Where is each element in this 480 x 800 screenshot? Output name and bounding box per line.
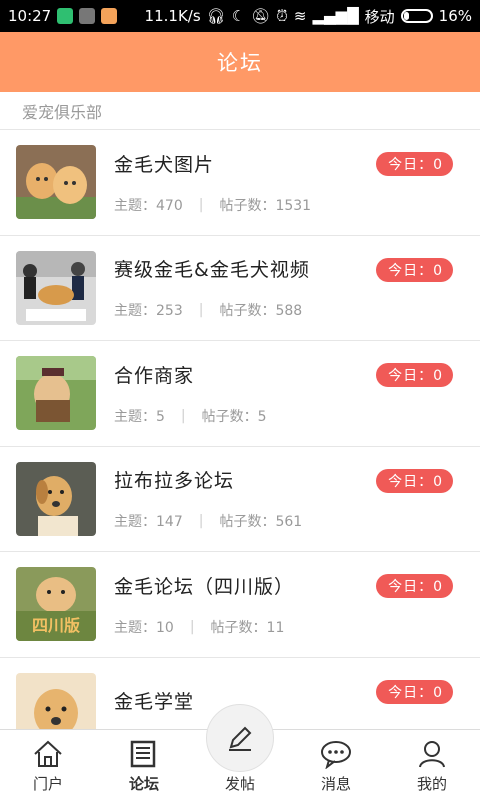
battery-percent: 16% [438,7,472,25]
status-bar: 10:27 11.1K/s 🎧︎ ☾ 🔕︎ ⏰︎ ≋ ▂▄▆█ 移动 16% [0,0,480,32]
tab-label: 我的 [416,775,447,793]
battery-icon [400,9,433,23]
pen-icon [229,726,252,751]
today-badge: 今日：0 [376,468,453,493]
post-button[interactable] [206,704,274,772]
post-count: 帖子数：1531 [219,197,312,214]
forum-thumbnail [16,145,96,220]
stats-divider: | [189,618,195,635]
post-count: 帖子数：588 [219,303,303,320]
stats-divider: | [198,302,204,319]
today-badge: 今日：0 [376,257,453,282]
tab-forum[interactable]: 论坛 [96,730,192,800]
moon-icon: ☾ [231,6,246,25]
section-title: 爱宠俱乐部 [22,102,103,122]
section-header: 爱宠俱乐部 [0,92,480,130]
notification-app-icon-gray [79,8,96,24]
topic-count: 主题：253 [114,303,183,320]
forum-list: 金毛犬图片 主题：470 | 帖子数：1531 今日：0 赛级金毛&金毛犬视频 … [0,130,480,730]
tab-label: 消息 [320,775,351,793]
stats-divider: | [198,196,204,213]
forum-thumbnail [16,672,96,730]
alarm-icon: ⏰︎ [276,6,288,25]
carrier-name: 移动 [364,7,395,26]
today-badge: 今日：0 [376,152,453,176]
stats-divider: | [198,513,204,530]
topic-count: 主题：147 [114,514,183,531]
forum-row[interactable]: 四川版 金毛论坛（四川版） 主题：10 | 帖子数：11 今日：0 [0,552,480,658]
tab-portal[interactable]: 门户 [0,730,96,800]
forum-thumbnail [16,356,96,431]
book-icon [130,740,156,768]
tab-mine[interactable]: 我的 [384,730,480,800]
topic-count: 主题：5 [114,408,165,425]
person-icon [419,741,445,768]
signal-icon: ▂▄▆█ [312,6,359,25]
forum-thumbnail: 四川版 [16,567,96,642]
topic-count: 主题：10 [114,619,174,636]
today-badge: 今日：0 [376,363,453,387]
post-count: 帖子数：5 [201,408,267,425]
tab-label: 门户 [32,775,63,793]
topic-count: 主题：470 [114,197,183,214]
today-badge: 今日：0 [376,574,453,598]
today-badge: 今日：0 [376,679,453,704]
post-count: 帖子数：561 [219,514,303,531]
forum-row[interactable]: 合作商家 主题：5 | 帖子数：5 今日：0 [0,341,480,447]
status-time: 10:27 [8,7,52,25]
network-speed: 11.1K/s [144,7,201,25]
post-count: 帖子数：11 [210,619,285,636]
notification-app-icon-green [57,8,74,24]
forum-row[interactable]: 赛级金毛&金毛犬视频 主题：253 | 帖子数：588 今日：0 [0,236,480,341]
forum-row[interactable]: 拉布拉多论坛 主题：147 | 帖子数：561 今日：0 [0,447,480,552]
chat-icon [321,741,351,769]
wifi-icon: ≋ [293,6,307,25]
tab-label: 论坛 [128,775,159,793]
headphone-icon: 🎧︎ [206,6,226,25]
thumbnail-caption: 四川版 [32,616,80,635]
page-header: 论坛 [0,32,480,92]
forum-thumbnail [16,250,96,325]
forum-thumbnail [16,461,96,536]
tab-label: 发帖 [224,775,255,793]
home-icon [34,740,62,767]
stats-divider: | [180,407,186,424]
bell-muted-icon: 🔕︎ [251,6,271,25]
notification-app-icon-orange [101,8,118,24]
page-title: 论坛 [217,51,263,75]
tab-messages[interactable]: 消息 [288,730,384,800]
forum-row[interactable]: 金毛犬图片 主题：470 | 帖子数：1531 今日：0 [0,130,480,236]
